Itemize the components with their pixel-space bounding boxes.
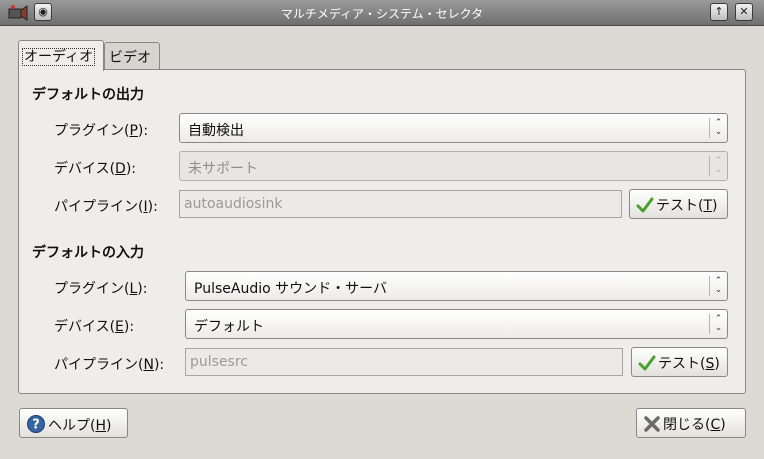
tab-audio[interactable]: オーディオ <box>18 40 104 71</box>
input-plugin-select[interactable]: PulseAudio サウンド・サーバ ⌃ ⌄ <box>185 271 728 301</box>
input-device-label: デバイス(E): <box>54 319 135 335</box>
close-icon <box>644 416 660 432</box>
output-plugin-value: 自動検出 <box>188 123 244 139</box>
output-device-value: 未サポート <box>188 161 258 177</box>
input-section-title: デフォルトの入力 <box>32 245 144 261</box>
title-bar: ◉ マルチメディア・システム・セレクタ ↑ ✕ <box>0 0 764 26</box>
output-device-select[interactable]: 未サポート ⌃ ⌄ <box>179 151 728 181</box>
help-icon: ? <box>27 415 45 433</box>
combo-arrows-icon: ⌃ ⌄ <box>709 276 727 296</box>
check-icon <box>636 197 654 213</box>
output-pipeline-label: パイプライン(I): <box>54 199 158 215</box>
output-pipeline-input[interactable]: autoaudiosink <box>179 190 622 218</box>
output-section-title: デフォルトの出力 <box>32 87 144 103</box>
close-window-button[interactable]: ✕ <box>735 3 753 21</box>
combo-arrows-icon: ⌃ ⌄ <box>709 156 727 176</box>
check-icon <box>638 355 656 371</box>
tab-video-label: ビデオ <box>109 50 151 66</box>
output-plugin-label: プラグイン(P): <box>54 123 149 139</box>
input-plugin-value: PulseAudio サウンド・サーバ <box>194 281 387 297</box>
window-title: マルチメディア・システム・セレクタ <box>280 7 484 21</box>
output-test-button[interactable]: テスト(T) <box>629 189 728 219</box>
combo-arrows-icon: ⌃ ⌄ <box>709 118 727 138</box>
input-device-value: デフォルト <box>194 319 264 335</box>
output-device-label: デバイス(D): <box>54 161 137 177</box>
close-button[interactable]: 閉じる(C) <box>636 408 746 438</box>
maximize-button[interactable]: ↑ <box>710 3 728 21</box>
svg-text:?: ? <box>32 418 40 433</box>
input-plugin-label: プラグイン(L): <box>54 281 148 297</box>
combo-arrows-icon: ⌃ ⌄ <box>709 314 727 334</box>
audio-panel: デフォルトの出力 プラグイン(P): 自動検出 ⌃ ⌄ デバイス(D): 未サポー… <box>18 69 746 394</box>
input-pipeline-label: パイプライン(N): <box>54 357 165 373</box>
input-device-select[interactable]: デフォルト ⌃ ⌄ <box>185 309 728 339</box>
tab-audio-label: オーディオ <box>21 48 96 66</box>
input-pipeline-input[interactable]: pulsesrc <box>185 348 623 376</box>
output-plugin-select[interactable]: 自動検出 ⌃ ⌄ <box>179 113 728 143</box>
help-button[interactable]: ? ヘルプ(H) <box>19 408 128 438</box>
input-test-button[interactable]: テスト(S) <box>631 347 728 377</box>
tab-video[interactable]: ビデオ <box>104 42 160 70</box>
